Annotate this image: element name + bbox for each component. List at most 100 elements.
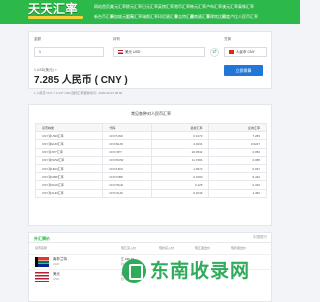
cell-latest: 11.7081 <box>150 155 210 165</box>
forex-col-1: 现汇买入价 <box>121 246 137 250</box>
us-flag-icon <box>118 50 123 54</box>
from-currency-select[interactable]: 美元 USD <box>113 47 205 57</box>
forex-col-name: 货币名称 <box>35 246 48 250</box>
cn-flag-icon <box>229 50 234 54</box>
table-title: 常见各种对人民币汇率 <box>131 111 171 116</box>
site-logo[interactable]: 天天汇率 <box>28 2 78 16</box>
nav-row-2: 新台币汇率 新加坡元汇率 加元汇率 瑞郎汇率 印尼盾汇率 林吉特汇率 越南盾汇率 菲律宾比索印… <box>94 14 258 20</box>
nav-link[interactable]: 港币汇率 <box>174 4 190 10</box>
cell-latest: 1.0672 <box>150 163 210 174</box>
cell-reverse: 9.432 <box>208 172 267 182</box>
cell-reverse: 7.283 <box>208 131 267 141</box>
nav-link[interactable]: 韩元汇率 <box>190 4 206 10</box>
cell-reverse: 0.0247 <box>208 139 267 149</box>
nav-link[interactable]: 卢布汇率 <box>206 4 222 10</box>
cell-code: CNY/GBP <box>102 172 152 182</box>
cell-code: CNY/SGD <box>102 180 152 190</box>
main-nav: 网站首页 美元汇率 欧元汇率 日元汇率 英镑汇率 港币汇率 韩元汇率 卢布汇率 澳元汇率 泰铢汇率… <box>94 2 284 22</box>
forex-row-code: ZAR <box>53 262 59 266</box>
cell-latest: 4.0431 <box>150 139 210 149</box>
forex-col-3: 现汇卖出价 <box>195 246 211 250</box>
table-row[interactable]: CNY对USD汇率 CNY/USD 0.1373 7.283 <box>34 131 267 141</box>
cell-latest: 0.1060 <box>150 172 210 182</box>
nav-link[interactable]: 英镑汇率 <box>158 4 174 10</box>
nav-link[interactable]: 澳元汇率 <box>222 4 238 10</box>
nav-link[interactable]: 印尼盾汇率 <box>158 14 178 20</box>
cell-code: CNY/USD <box>102 131 152 141</box>
cell-reverse: 0.085 <box>208 155 267 165</box>
col-code: 代码 <box>102 122 152 133</box>
nav-link[interactable]: 加元汇率 <box>126 14 142 20</box>
nav-link[interactable]: 人民币汇率 <box>238 14 258 20</box>
cell-currency: CNY对JPY汇率 <box>34 147 104 157</box>
table-row[interactable]: CNY对HKD汇率 CNY/HKD 1.0672 0.937 <box>34 163 267 174</box>
cell-reverse: 0.320 <box>208 180 267 190</box>
nav-link[interactable]: 泰铢汇率 <box>238 4 254 10</box>
cell-latest: 0.2246 <box>150 188 210 198</box>
bank-seal: 中国银行 <box>253 235 267 239</box>
forex-title: 外汇牌价 <box>34 236 50 241</box>
cell-latest: 3.125 <box>150 180 210 190</box>
table-row[interactable]: CNY对AUD汇率 CNY/AUD 0.2246 4.452 <box>34 188 267 198</box>
to-currency-select[interactable]: 人民币 CNY <box>224 47 267 57</box>
table-row[interactable]: CNY对GBP汇率 CNY/GBP 0.1060 9.432 <box>34 172 267 182</box>
us-flag-icon <box>35 272 49 282</box>
cell-code: CNY/EUR <box>102 139 152 149</box>
cell-code: CNY/AUD <box>102 188 152 198</box>
table-header-row: 货币种类 代码 最新汇率 反向汇率 <box>34 122 267 133</box>
amount-label: 金额 <box>34 37 41 41</box>
watermark-logo-icon <box>122 259 146 283</box>
converter-panel: 金额 1 持有 美元 USD ⇄ 兑换 人民币 CNY 1 USD(美元) = … <box>28 31 272 95</box>
forex-col-2: 现钞买入价 <box>159 246 175 250</box>
cell-code: CNY/HKD <box>102 163 152 174</box>
col-currency: 货币种类 <box>34 122 104 133</box>
za-flag-icon <box>35 257 49 267</box>
nav-link[interactable]: 新加坡元汇率 <box>110 14 134 20</box>
nav-row-1: 网站首页 美元汇率 欧元汇率 日元汇率 英镑汇率 港币汇率 韩元汇率 卢布汇率 澳元汇率 泰铢汇率 <box>94 4 254 10</box>
cell-currency: CNY对SGD汇率 <box>34 180 104 190</box>
to-label: 兑换 <box>224 37 231 41</box>
cell-currency: CNY对EUR汇率 <box>34 139 104 149</box>
nav-link[interactable]: 菲律宾比索 <box>206 14 226 20</box>
cell-latest: 20.0532 <box>150 147 210 157</box>
amount-input[interactable]: 1 <box>34 47 104 57</box>
cell-currency: CNY对GBP汇率 <box>34 172 104 182</box>
table-row[interactable]: CNY对KRW汇率 CNY/KRW 11.7081 0.085 <box>34 155 267 165</box>
watermark-text: 东南收录网 <box>150 260 251 282</box>
cell-reverse: 0.050 <box>208 147 267 157</box>
rates-table: 货币种类 代码 最新汇率 反向汇率 CNY对USD汇率 CNY/USD 0.1373… <box>34 122 267 198</box>
nav-link[interactable]: 日元汇率 <box>142 4 158 10</box>
common-rates-panel: 常见各种对人民币汇率 货币种类 代码 最新汇率 反向汇率 CNY对USD汇率 CN… <box>28 104 272 226</box>
cell-currency: CNY对USD汇率 <box>34 131 104 141</box>
cell-reverse: 0.937 <box>208 163 267 174</box>
table-row[interactable]: CNY对EUR汇率 CNY/EUR 4.0431 0.0247 <box>34 139 267 149</box>
cell-code: CNY/JPY <box>102 147 152 157</box>
top-header: 天天汇率 网站首页 美元汇率 欧元汇率 日元汇率 英镑汇率 港币汇率 韩元汇率 卢布汇率 澳元汇… <box>0 0 300 24</box>
nav-link[interactable]: 新台币汇率 <box>94 14 114 20</box>
table-row[interactable]: CNY对JPY汇率 CNY/JPY 20.0532 0.050 <box>34 147 267 157</box>
nav-link[interactable]: 印度卢比 <box>222 14 238 20</box>
table-row[interactable]: CNY对SGD汇率 CNY/SGD 3.125 0.320 <box>34 180 267 190</box>
cell-currency: CNY对KRW汇率 <box>34 155 104 165</box>
from-currency-value: 美元 USD <box>125 50 141 54</box>
nav-link[interactable]: 瑞郎汇率 <box>142 14 158 20</box>
nav-link[interactable]: 美元汇率 <box>110 4 126 10</box>
cell-latest: 0.1373 <box>150 131 210 141</box>
to-currency-value: 人民币 CNY <box>236 50 255 54</box>
nav-link[interactable]: 林吉特汇率 <box>174 14 194 20</box>
convert-button[interactable]: 立即换算 <box>224 65 263 76</box>
rate-prefix: 1 USD(美元) = <box>34 68 57 72</box>
rate-result: 7.285 人民币 ( CNY ) <box>34 75 128 86</box>
swap-currency-button[interactable]: ⇄ <box>210 48 219 57</box>
cell-currency: CNY对HKD汇率 <box>34 163 104 174</box>
forex-columns: 货币名称 现汇买入价 现钞买入价 现汇卖出价 现钞卖出价 <box>29 246 273 252</box>
rate-meta: 1 人民币 CNY = 0.137 USD 国际汇率更新时间：2025-04-0… <box>34 91 123 95</box>
nav-link[interactable]: 越南盾汇率 <box>190 14 210 20</box>
nav-link[interactable]: 欧元汇率 <box>126 4 142 10</box>
forex-header: 外汇牌价 中国银行 <box>29 233 273 243</box>
nav-link[interactable]: 网站首页 <box>94 4 110 10</box>
cell-reverse: 4.452 <box>208 188 267 198</box>
cell-code: CNY/KRW <box>102 155 152 165</box>
table-body: CNY对USD汇率 CNY/USD 0.1373 7.283 CNY对EUR汇率 CNY/… <box>34 131 267 198</box>
forex-col-4: 现钞卖出价 <box>231 246 247 250</box>
